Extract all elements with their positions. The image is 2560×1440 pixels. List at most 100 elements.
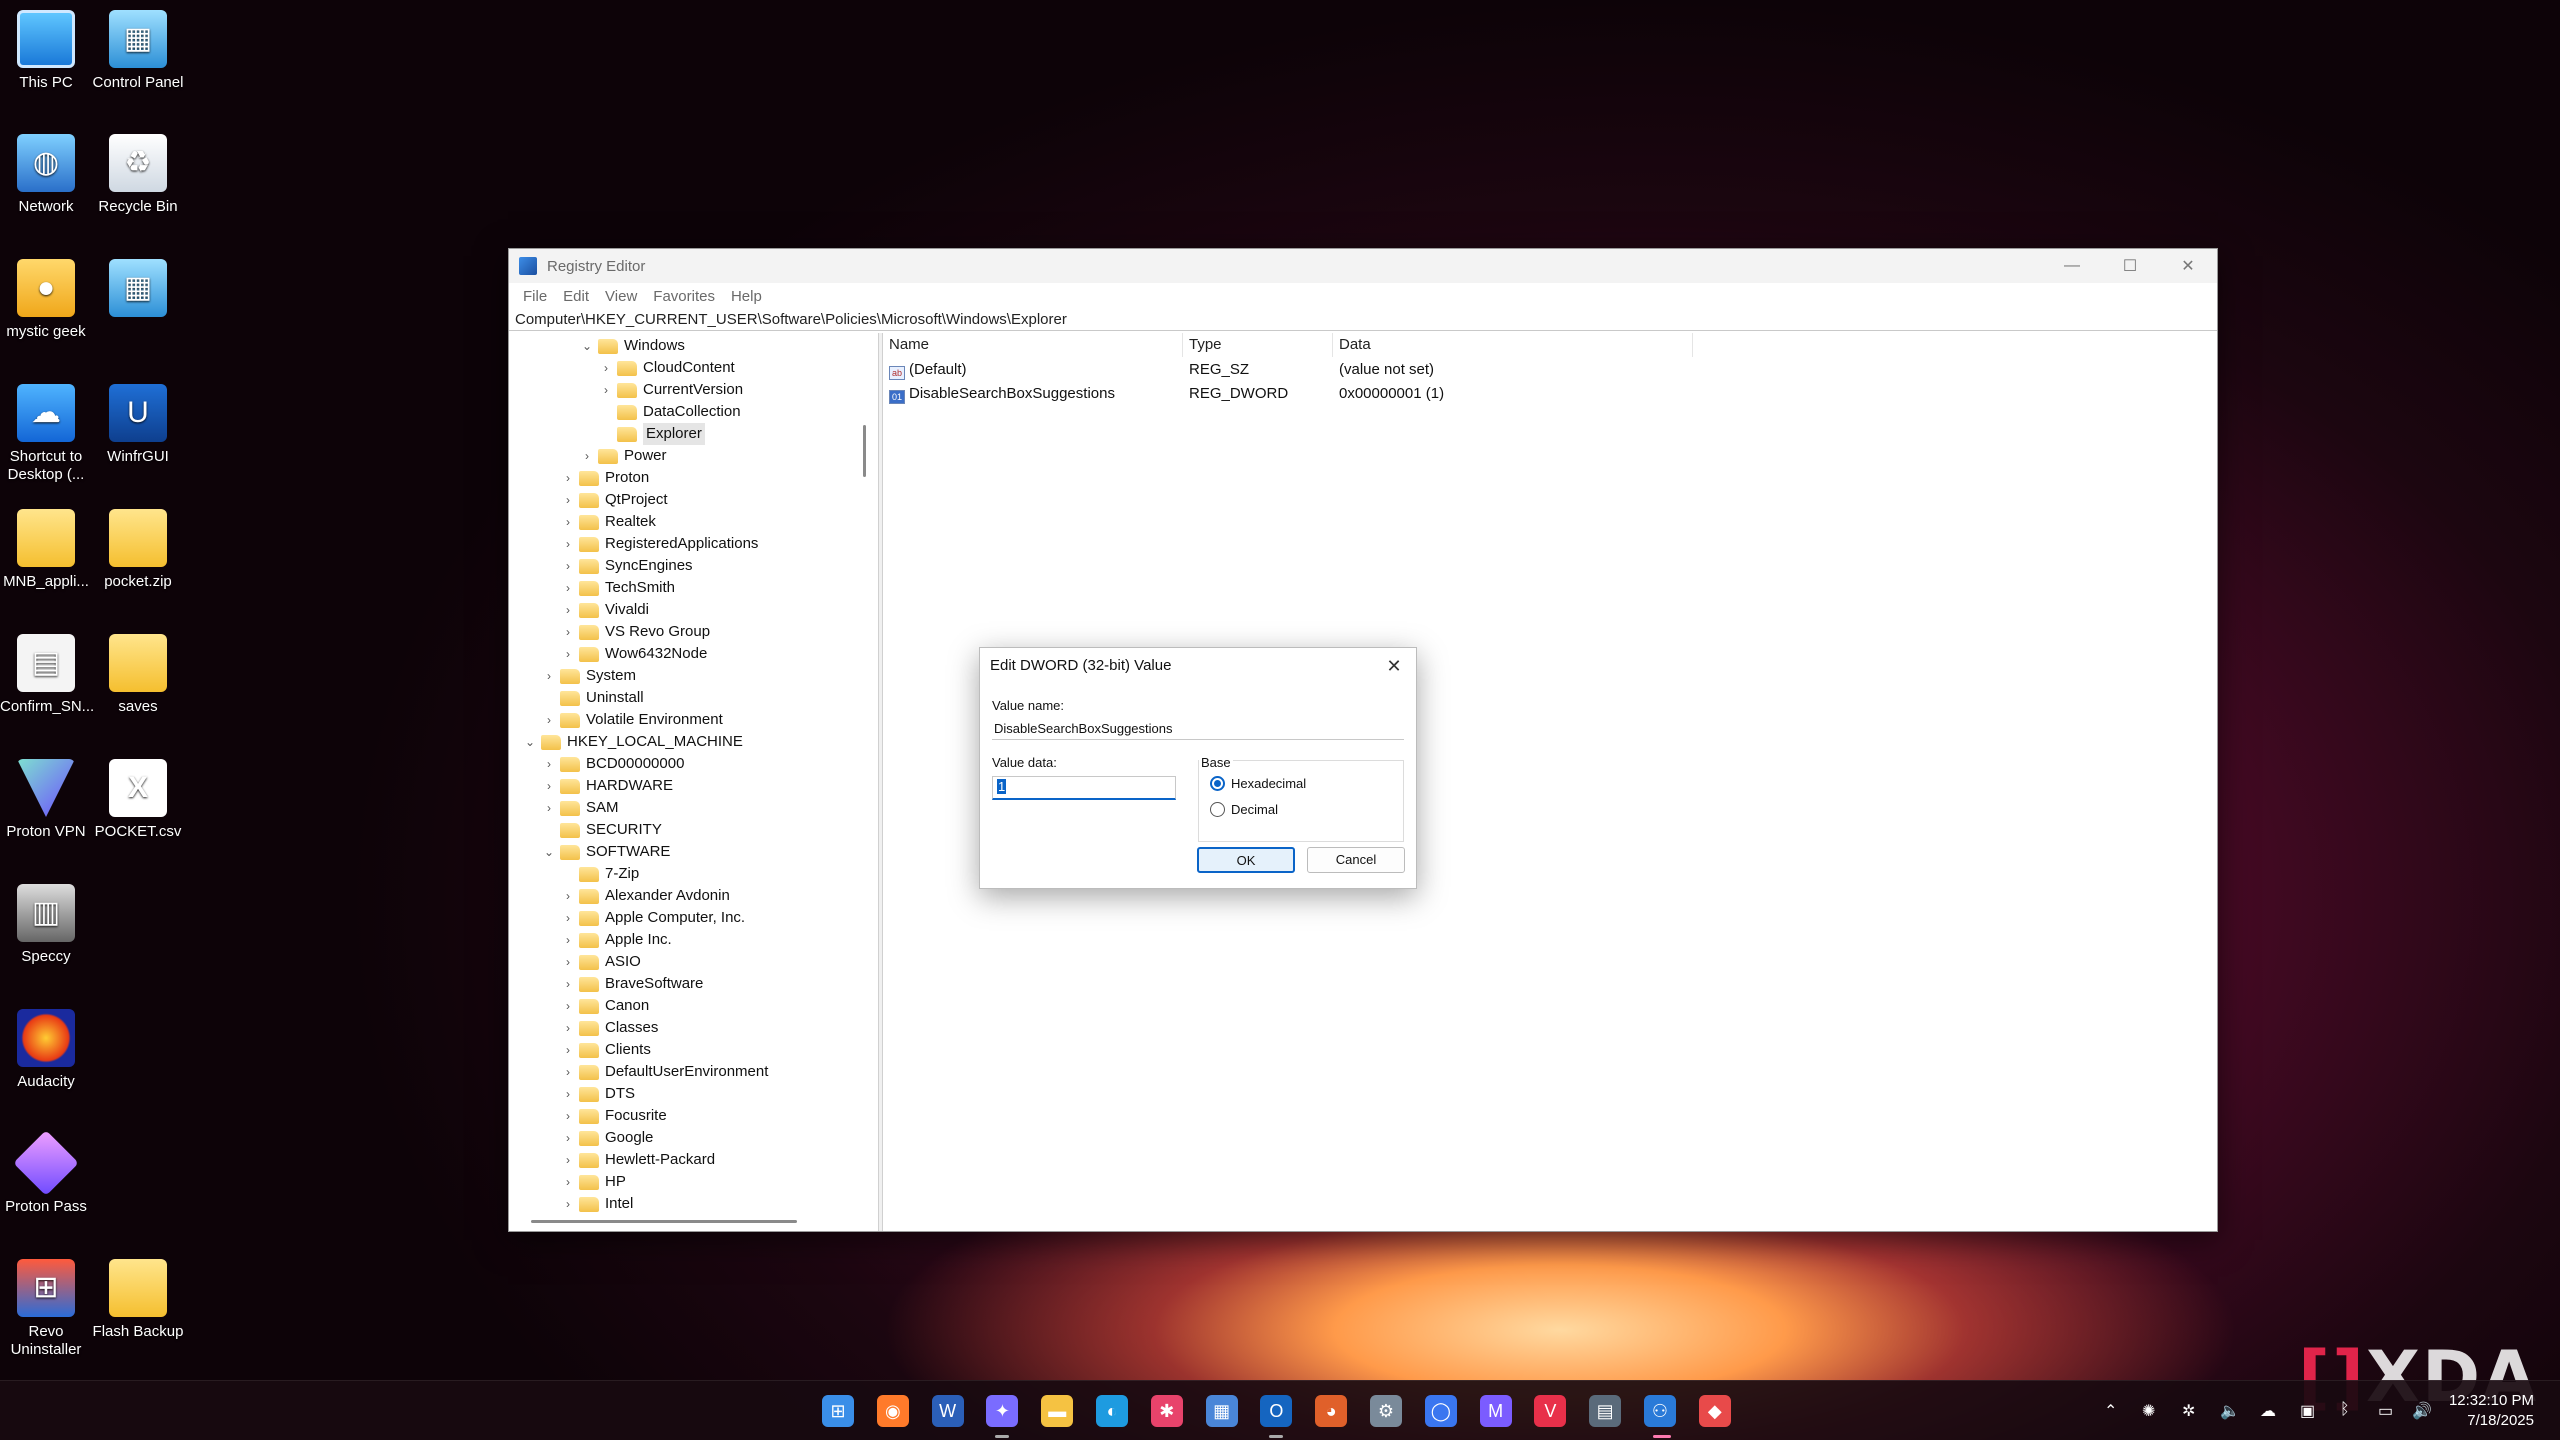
tree-item[interactable]: › Apple Computer, Inc.	[561, 907, 745, 929]
tree-item[interactable]: › BCD00000000	[542, 753, 684, 775]
tree-item[interactable]: › Alexander Avdonin	[561, 885, 730, 907]
value-name-field[interactable]: DisableSearchBoxSuggestions	[992, 718, 1404, 740]
desktop-icon-confirm[interactable]: ▤ Confirm_SN...	[0, 634, 94, 716]
word-icon[interactable]: W	[931, 1395, 964, 1427]
chevron-right-icon[interactable]: ›	[542, 797, 556, 819]
menu-view[interactable]: View	[597, 288, 645, 305]
edge-icon[interactable]: ◐	[1096, 1395, 1128, 1427]
file-explorer-icon[interactable]: ▬	[1041, 1395, 1074, 1427]
chevron-right-icon[interactable]: ›	[542, 753, 556, 775]
desktop-icon-this-pc[interactable]: This PC	[0, 10, 92, 92]
value-data-input[interactable]: 1	[992, 776, 1176, 800]
tree-item[interactable]: › Hewlett-Packard	[561, 1149, 715, 1171]
radio-decimal[interactable]: Decimal	[1210, 802, 1278, 817]
tree-item[interactable]: ⌄ HKEY_LOCAL_MACHINE	[523, 731, 743, 753]
chevron-right-icon[interactable]: ›	[580, 445, 594, 467]
tree-item[interactable]: › System	[542, 665, 636, 687]
menu-favorites[interactable]: Favorites	[645, 288, 723, 305]
chevron-right-icon[interactable]: ›	[561, 511, 575, 533]
minimize-button[interactable]: —	[2043, 249, 2101, 283]
vivaldi-icon[interactable]: V	[1534, 1395, 1567, 1427]
tree-item[interactable]: 7-Zip	[561, 863, 639, 885]
calculator-icon[interactable]: ▤	[1589, 1395, 1622, 1427]
tree-item[interactable]: › Wow6432Node	[561, 643, 707, 665]
scroll-thumb[interactable]	[863, 425, 866, 477]
menu-help[interactable]: Help	[723, 288, 770, 305]
slack-tray-icon[interactable]: ✲	[2182, 1401, 2195, 1421]
desktop-icon-mnb[interactable]: MNB_appli...	[0, 509, 92, 591]
cancel-button[interactable]: Cancel	[1307, 847, 1405, 873]
bluetooth-icon[interactable]: ᛒ	[2340, 1401, 2350, 1419]
title-bar[interactable]: Registry Editor — ☐ ✕	[509, 249, 2217, 283]
slack-icon[interactable]: ✱	[1150, 1395, 1183, 1427]
tree-item[interactable]: › ASIO	[561, 951, 641, 973]
chevron-right-icon[interactable]: ›	[561, 1061, 575, 1083]
tree-item[interactable]: › DTS	[561, 1083, 635, 1105]
tree-item[interactable]: ⌄ SOFTWARE	[542, 841, 670, 863]
tree-item[interactable]: Explorer	[599, 423, 705, 445]
tree-item[interactable]: › Realtek	[561, 511, 656, 533]
dialog-close-icon[interactable]: ✕	[1380, 652, 1408, 680]
tree-item[interactable]: › TechSmith	[561, 577, 675, 599]
tree-item[interactable]: › CloudContent	[599, 357, 735, 379]
tree-horizontal-scrollbar[interactable]	[509, 1213, 878, 1231]
chevron-right-icon[interactable]: ›	[561, 973, 575, 995]
desktop-icon-audacity[interactable]: Audacity	[0, 1009, 92, 1091]
volume-mixer-icon[interactable]: 🔈	[2220, 1401, 2240, 1421]
clock[interactable]: 12:32:10 PM 7/18/2025	[2449, 1391, 2534, 1431]
chevron-right-icon[interactable]: ›	[561, 995, 575, 1017]
chevron-right-icon[interactable]: ›	[561, 907, 575, 929]
tree-item[interactable]: › Classes	[561, 1017, 658, 1039]
tree-item[interactable]: › Focusrite	[561, 1105, 667, 1127]
network-tray-icon[interactable]: ▭	[2378, 1401, 2393, 1421]
address-bar[interactable]: Computer\HKEY_CURRENT_USER\Software\Poli…	[509, 309, 2217, 331]
show-hidden-icons-icon[interactable]: ⌃	[2104, 1401, 2117, 1421]
chevron-right-icon[interactable]: ›	[542, 665, 556, 687]
regedit-icon[interactable]: ⚇	[1644, 1395, 1676, 1427]
chevron-right-icon[interactable]: ›	[561, 489, 575, 511]
signal-icon[interactable]: ◯	[1424, 1395, 1457, 1427]
desktop-icon-mystic-geek[interactable]: ● mystic geek	[0, 259, 92, 341]
tree-item[interactable]: › Vivaldi	[561, 599, 649, 621]
close-button[interactable]: ✕	[2159, 249, 2217, 283]
desktop-icon-control-panel-2[interactable]: ▦	[92, 259, 184, 323]
chevron-right-icon[interactable]: ›	[561, 885, 575, 907]
desktop-icon-saves[interactable]: saves	[92, 634, 184, 716]
tree-item[interactable]: › BraveSoftware	[561, 973, 703, 995]
start-icon[interactable]: ⊞	[822, 1395, 854, 1427]
tree-item[interactable]: › Power	[580, 445, 667, 467]
chevron-right-icon[interactable]: ›	[561, 1193, 575, 1215]
tree-item[interactable]: Uninstall	[542, 687, 644, 709]
tree-item[interactable]: › QtProject	[561, 489, 668, 511]
desktop-icon-pocket-csv[interactable]: X POCKET.csv	[92, 759, 184, 841]
chevron-right-icon[interactable]: ›	[561, 533, 575, 555]
menu-edit[interactable]: Edit	[555, 288, 597, 305]
value-row[interactable]: 01 DisableSearchBoxSuggestions REG_DWORD …	[883, 382, 1693, 406]
chevron-right-icon[interactable]: ›	[599, 357, 613, 379]
desktop-icon-flash-backup[interactable]: Flash Backup	[92, 1259, 184, 1341]
tree-item[interactable]: › Canon	[561, 995, 649, 1017]
menu-file[interactable]: File	[515, 288, 555, 305]
chevron-right-icon[interactable]: ›	[561, 1083, 575, 1105]
tray-monitor-icon[interactable]: ▣	[2300, 1401, 2315, 1421]
tray-app-icon[interactable]: ✺	[2142, 1401, 2155, 1421]
duckduckgo-icon[interactable]: ◕	[1315, 1395, 1348, 1427]
chevron-right-icon[interactable]: ›	[561, 621, 575, 643]
chevron-right-icon[interactable]: ›	[561, 643, 575, 665]
column-type[interactable]: Type	[1183, 333, 1333, 357]
chevron-right-icon[interactable]: ›	[542, 775, 556, 797]
tree-item[interactable]: › HP	[561, 1171, 626, 1193]
tree-item[interactable]: › Clients	[561, 1039, 651, 1061]
tree-item[interactable]: ⌄ Windows	[580, 335, 685, 357]
tree-item[interactable]: SECURITY	[542, 819, 662, 841]
desktop-icon-control-panel[interactable]: ▦ Control Panel	[92, 10, 184, 92]
chevron-right-icon[interactable]: ›	[561, 555, 575, 577]
chevron-right-icon[interactable]: ›	[561, 1127, 575, 1149]
tree-item[interactable]: › HARDWARE	[542, 775, 673, 797]
chevron-right-icon[interactable]: ›	[561, 1039, 575, 1061]
chevron-right-icon[interactable]: ›	[561, 1171, 575, 1193]
tree-item[interactable]: › VS Revo Group	[561, 621, 710, 643]
chevron-right-icon[interactable]: ›	[599, 379, 613, 401]
chevron-right-icon[interactable]: ›	[561, 599, 575, 621]
desktop-icon-revo[interactable]: ⊞ Revo Uninstaller	[0, 1259, 92, 1359]
